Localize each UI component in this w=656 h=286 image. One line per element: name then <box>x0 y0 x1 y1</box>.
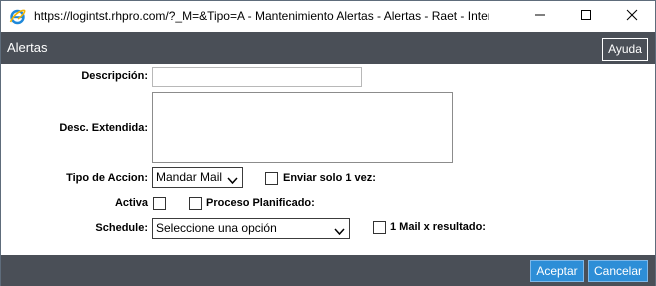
enviar-solo-label: Enviar solo 1 vez: <box>283 172 376 184</box>
tipo-accion-value: Mandar Mail <box>156 170 223 184</box>
enviar-solo-checkbox[interactable] <box>265 172 278 185</box>
proceso-planificado-checkbox[interactable] <box>189 197 202 210</box>
tipo-accion-select[interactable]: Mandar Mail <box>152 167 243 188</box>
tipo-accion-label: Tipo de Accion: <box>66 172 148 184</box>
close-icon <box>626 8 638 26</box>
maximize-icon <box>580 8 592 26</box>
proceso-planificado-label: Proceso Planificado: <box>206 197 315 209</box>
descripcion-input[interactable] <box>152 67 362 87</box>
browser-window: https://logintst.rhpro.com/?_M=&Tipo=A -… <box>0 0 656 286</box>
minimize-button[interactable] <box>517 1 563 32</box>
minimize-icon <box>534 8 546 26</box>
alert-form: Descripción: Desc. Extendida: Tipo de Ac… <box>1 64 655 255</box>
page-title: Alertas <box>7 40 48 55</box>
mail-resultado-label: 1 Mail x resultado: <box>390 221 486 233</box>
mail-resultado-checkbox[interactable] <box>373 221 386 234</box>
page-header: Alertas Ayuda <box>1 32 655 64</box>
schedule-value: Seleccione una opción <box>156 221 277 235</box>
desc-extendida-textarea[interactable] <box>152 92 453 163</box>
dialog-footer: Aceptar Cancelar <box>1 255 655 286</box>
schedule-select[interactable]: Seleccione una opción <box>152 218 350 239</box>
accept-button[interactable]: Aceptar <box>530 260 584 282</box>
maximize-button[interactable] <box>563 1 609 32</box>
window-titlebar: https://logintst.rhpro.com/?_M=&Tipo=A -… <box>1 1 655 32</box>
chevron-down-icon <box>227 172 238 190</box>
help-button[interactable]: Ayuda <box>602 38 648 61</box>
chevron-down-icon <box>334 223 345 241</box>
descripcion-label: Descripción: <box>81 70 148 82</box>
window-title: https://logintst.rhpro.com/?_M=&Tipo=A -… <box>34 9 489 23</box>
close-button[interactable] <box>609 1 655 32</box>
activa-label: Activa <box>114 197 148 209</box>
activa-checkbox[interactable] <box>153 197 166 210</box>
schedule-label: Schedule: <box>95 222 148 234</box>
desc-extendida-label: Desc. Extendida: <box>59 122 148 134</box>
internet-explorer-icon <box>9 8 26 25</box>
cancel-button[interactable]: Cancelar <box>588 260 648 282</box>
